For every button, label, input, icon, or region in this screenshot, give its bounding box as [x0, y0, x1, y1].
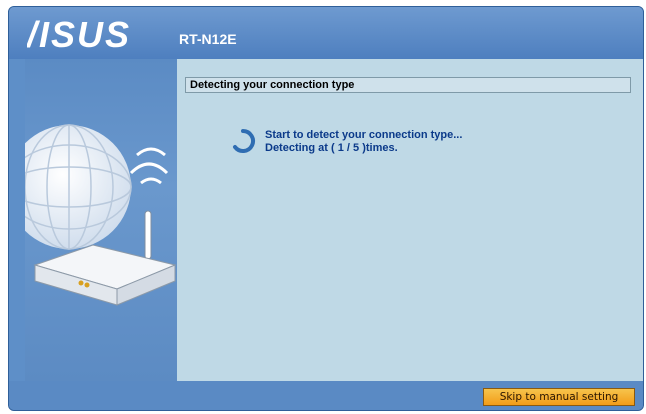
- detection-status: Start to detect your connection type... …: [265, 129, 462, 155]
- header-bar: /ISUS RT-N12E: [9, 7, 643, 59]
- router-icon: [33, 244, 177, 306]
- content-area: Detecting your connection type Start to …: [177, 59, 643, 381]
- svg-text:/ISUS: /ISUS: [27, 17, 131, 51]
- footer-bar: Skip to manual setting: [9, 381, 643, 410]
- setup-window: /ISUS RT-N12E Detecting your connection …: [8, 6, 644, 411]
- antenna: [144, 210, 152, 260]
- loading-spinner-icon: [233, 129, 255, 153]
- model-name: RT-N12E: [179, 31, 237, 47]
- asus-logo: /ISUS: [27, 17, 131, 51]
- skip-to-manual-setting-button[interactable]: Skip to manual setting: [483, 388, 635, 406]
- wifi-signal-icon: [129, 147, 169, 185]
- status-line-1: Start to detect your connection type...: [265, 129, 463, 141]
- status-line-2: Detecting at ( 1 / 5 )times.: [265, 142, 398, 154]
- router-globe-illustration: [25, 124, 177, 306]
- section-title: Detecting your connection type: [185, 77, 631, 93]
- router-illustration-panel: [25, 59, 177, 381]
- globe-icon: [25, 125, 131, 249]
